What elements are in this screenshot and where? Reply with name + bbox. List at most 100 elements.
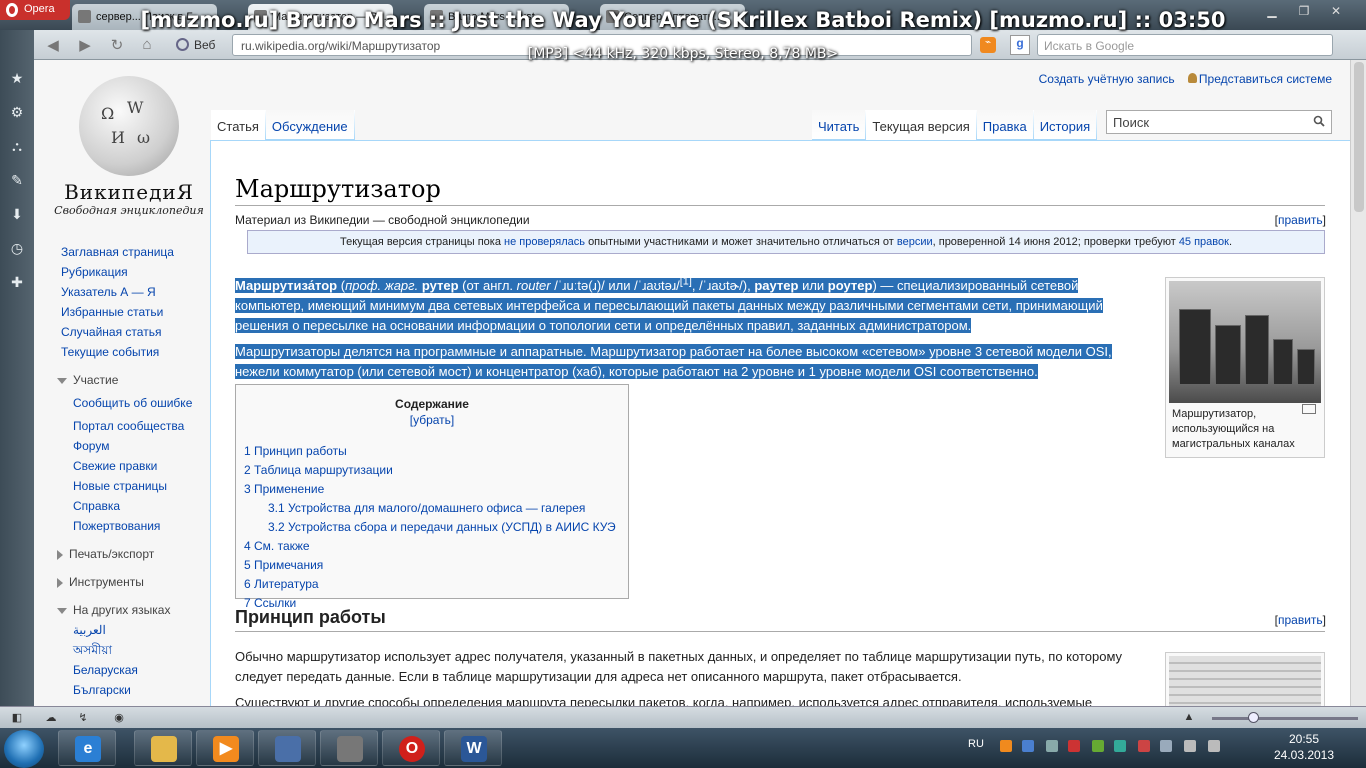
minimize-icon[interactable]: ▁ bbox=[1262, 4, 1282, 20]
sidebar-item-help[interactable]: Справка bbox=[54, 496, 214, 516]
opera-menu-button[interactable]: Opera bbox=[0, 0, 70, 20]
sidebar-item-current-events[interactable]: Текущие события bbox=[54, 342, 214, 362]
sidebar-item-report-error[interactable]: Сообщить об ошибке bbox=[54, 390, 214, 416]
reload-icon[interactable]: ↻ bbox=[106, 36, 128, 54]
toc-item[interactable]: 6 Литература bbox=[244, 575, 620, 594]
tab-history[interactable]: История bbox=[1033, 110, 1098, 140]
taskbar-ie[interactable]: e bbox=[58, 730, 116, 766]
close-icon[interactable]: ✕ bbox=[1326, 4, 1346, 20]
tray-app-icon[interactable] bbox=[1114, 740, 1126, 752]
toc-item[interactable]: 3 Применение bbox=[244, 480, 620, 499]
tab-current-version[interactable]: Текущая версия bbox=[866, 110, 978, 140]
speed-dial-icon[interactable]: ◉ bbox=[112, 711, 126, 725]
taskbar-app-4[interactable] bbox=[258, 730, 316, 766]
search-icon[interactable] bbox=[1313, 115, 1325, 127]
version-link[interactable]: версии bbox=[897, 236, 933, 248]
unite-icon[interactable]: ⛬ bbox=[9, 138, 25, 154]
portal-tools-heading[interactable]: Инструменты bbox=[54, 572, 214, 592]
google-search-input[interactable]: Искать в Google bbox=[1037, 34, 1333, 56]
google-search-engine-icon[interactable]: g bbox=[1010, 35, 1030, 55]
sidebar-item-recent-changes[interactable]: Свежие правки bbox=[54, 456, 214, 476]
turbo-icon[interactable]: ↯ bbox=[76, 711, 90, 725]
login-link[interactable]: Представиться системе bbox=[1199, 72, 1332, 86]
start-button[interactable] bbox=[4, 730, 44, 768]
tray-app-icon[interactable] bbox=[1138, 740, 1150, 752]
taskbar-explorer[interactable] bbox=[134, 730, 192, 766]
forward-icon[interactable]: ▶ bbox=[74, 36, 96, 54]
toc-item[interactable]: 5 Примечания bbox=[244, 556, 620, 575]
browser-tab-2[interactable]: Маршрутизатор — Ви... bbox=[248, 4, 393, 30]
tray-app-icon[interactable] bbox=[1022, 740, 1034, 752]
toc-item[interactable]: 3.1 Устройства для малого/домашнего офис… bbox=[244, 499, 620, 518]
history-clock-icon[interactable]: ◷ bbox=[9, 240, 25, 256]
add-panel-icon[interactable]: ✚ bbox=[9, 274, 25, 290]
lang-link-bg[interactable]: Български bbox=[54, 680, 214, 700]
bookmarks-star-icon[interactable]: ★ bbox=[9, 70, 25, 86]
restore-icon[interactable]: ❐ bbox=[1294, 4, 1314, 20]
tray-app-icon[interactable] bbox=[1160, 740, 1172, 752]
taskbar-word[interactable]: W bbox=[444, 730, 502, 766]
taskbar-app-5[interactable] bbox=[320, 730, 378, 766]
sidebar-item-donate[interactable]: Пожертвования bbox=[54, 516, 214, 536]
toc-item[interactable]: 3.2 Устройства сбора и передачи данных (… bbox=[244, 518, 620, 537]
browser-tab-4[interactable]: Сервер Аппаратн... bbox=[600, 4, 745, 30]
toc-toggle-link[interactable]: [убрать] bbox=[244, 411, 620, 430]
wikipedia-logo[interactable]: ΩWИω ВикипедиЯ Свободная энциклопедия bbox=[54, 76, 204, 217]
toc-item[interactable]: 4 См. также bbox=[244, 537, 620, 556]
toc-item[interactable]: 2 Таблица маршрутизации bbox=[244, 461, 620, 480]
sidebar-item-new-pages[interactable]: Новые страницы bbox=[54, 476, 214, 496]
wiki-search-input[interactable]: Поиск bbox=[1106, 110, 1332, 134]
panel-toggle-icon[interactable]: ◧ bbox=[10, 711, 24, 725]
sidebar-item-random[interactable]: Случайная статья bbox=[54, 322, 214, 342]
sidebar-item-index[interactable]: Указатель А — Я bbox=[54, 282, 214, 302]
sidebar-item-community[interactable]: Портал сообщества bbox=[54, 416, 214, 436]
scroll-up-icon[interactable]: ▲ bbox=[1182, 711, 1196, 725]
lang-link-as[interactable]: অসমীয়া bbox=[54, 640, 214, 660]
nvidia-icon[interactable] bbox=[1092, 740, 1104, 752]
taskbar-media-player[interactable]: ▶ bbox=[196, 730, 254, 766]
zoom-slider-handle[interactable] bbox=[1248, 712, 1259, 723]
create-account-link[interactable]: Создать учётную запись bbox=[1039, 72, 1175, 86]
portal-participation-heading[interactable]: Участие bbox=[54, 370, 214, 390]
lang-link-be[interactable]: Беларуская bbox=[54, 660, 214, 680]
not-reviewed-link[interactable]: не проверялась bbox=[504, 236, 585, 248]
router-rack-image[interactable] bbox=[1169, 656, 1321, 706]
tray-app-icon[interactable] bbox=[1000, 740, 1012, 752]
enlarge-icon[interactable] bbox=[1302, 404, 1316, 414]
network-icon[interactable] bbox=[1046, 740, 1058, 752]
browser-tab-3[interactable]: Bruno Mars - Just... bbox=[424, 4, 569, 30]
portal-languages-heading[interactable]: На других языках bbox=[54, 600, 214, 620]
tab-read[interactable]: Читать bbox=[812, 110, 867, 140]
lang-link-ar[interactable]: العربية bbox=[54, 620, 214, 640]
router-image[interactable] bbox=[1169, 281, 1321, 403]
tray-app-icon[interactable] bbox=[1208, 740, 1220, 752]
downloads-icon[interactable]: ⬇ bbox=[9, 206, 25, 222]
footnote-1-link[interactable]: [1] bbox=[680, 276, 692, 288]
tab-talk[interactable]: Обсуждение bbox=[265, 110, 355, 140]
url-field[interactable]: ru.wikipedia.org/wiki/Маршрутизатор bbox=[232, 34, 972, 56]
toc-item[interactable]: 1 Принцип работы bbox=[244, 442, 620, 461]
tray-app-icon[interactable] bbox=[1184, 740, 1196, 752]
home-icon[interactable]: ⌂ bbox=[136, 36, 158, 54]
zoom-slider[interactable] bbox=[1212, 717, 1358, 720]
back-icon[interactable]: ◀ bbox=[42, 36, 64, 54]
tab-edit[interactable]: Правка bbox=[976, 110, 1034, 140]
notes-icon[interactable]: ✎ bbox=[9, 172, 25, 188]
sidebar-item-categories[interactable]: Рубрикация bbox=[54, 262, 214, 282]
portal-print-heading[interactable]: Печать/экспорт bbox=[54, 544, 214, 564]
browser-tab-1[interactable]: сервер... Поиск в Б... bbox=[72, 4, 217, 30]
system-clock[interactable]: 20:55 24.03.2013 bbox=[1268, 731, 1340, 763]
pending-edits-link[interactable]: 45 правок bbox=[1179, 236, 1229, 248]
volume-icon[interactable] bbox=[1068, 740, 1080, 752]
sidebar-item-main-page[interactable]: Заглавная страница bbox=[54, 242, 214, 262]
taskbar-opera[interactable]: O bbox=[382, 730, 440, 766]
edit-page-link[interactable]: [править] bbox=[1275, 213, 1326, 227]
sidebar-item-featured[interactable]: Избранные статьи bbox=[54, 302, 214, 322]
page-scrollbar[interactable] bbox=[1350, 60, 1366, 706]
tab-article[interactable]: Статья bbox=[211, 110, 266, 140]
sidebar-item-forum[interactable]: Форум bbox=[54, 436, 214, 456]
scrollbar-thumb[interactable] bbox=[1354, 62, 1364, 212]
language-indicator[interactable]: RU bbox=[968, 738, 984, 750]
edit-section-link[interactable]: [править] bbox=[1275, 613, 1326, 627]
cloud-icon[interactable]: ☁ bbox=[44, 711, 58, 725]
